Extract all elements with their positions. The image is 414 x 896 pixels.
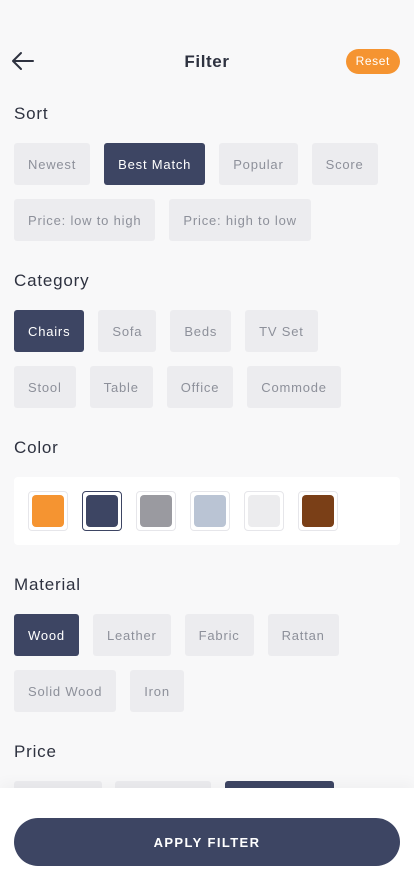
sort-options-row-2: Price: low to high Price: high to low [14, 199, 400, 241]
category-option-table[interactable]: Table [89, 366, 153, 408]
swatch-fill [302, 495, 334, 527]
sort-option-best-match[interactable]: Best Match [104, 143, 206, 185]
material-option-fabric[interactable]: Fabric [184, 614, 254, 656]
category-option-stool[interactable]: Stool [14, 366, 76, 408]
category-options-row-1: Chairs Sofa Beds TV Set [14, 310, 400, 352]
color-swatch-light-gray[interactable] [244, 491, 284, 531]
sort-option-price-high-low[interactable]: Price: high to low [169, 199, 311, 241]
category-options-row-2: Stool Table Office Commode [14, 366, 400, 408]
color-swatch-panel [14, 477, 400, 545]
sort-options-row-1: Newest Best Match Popular Score [14, 143, 400, 185]
category-section-title: Category [14, 271, 90, 290]
header: Filter Reset [0, 40, 414, 84]
material-options-row-1: Wood Leather Fabric Rattan [14, 614, 400, 656]
sort-option-score[interactable]: Score [311, 143, 378, 185]
category-option-commode[interactable]: Commode [247, 366, 341, 408]
material-option-rattan[interactable]: Rattan [267, 614, 339, 656]
material-option-solid-wood[interactable]: Solid Wood [14, 670, 117, 712]
category-option-beds[interactable]: Beds [170, 310, 232, 352]
category-option-office[interactable]: Office [166, 366, 234, 408]
color-swatch-gray[interactable] [136, 491, 176, 531]
category-option-sofa[interactable]: Sofa [98, 310, 157, 352]
swatch-fill [194, 495, 226, 527]
color-swatch-navy[interactable] [82, 491, 122, 531]
sort-option-popular[interactable]: Popular [219, 143, 298, 185]
material-option-wood[interactable]: Wood [14, 614, 79, 656]
price-section-title: Price [14, 742, 57, 761]
swatch-fill [86, 495, 118, 527]
category-option-chairs[interactable]: Chairs [14, 310, 85, 352]
category-option-tv-set[interactable]: TV Set [245, 310, 318, 352]
swatch-fill [248, 495, 280, 527]
reset-button[interactable]: Reset [345, 49, 400, 74]
material-options-row-2: Solid Wood Iron [14, 670, 400, 712]
color-swatch-orange[interactable] [28, 491, 68, 531]
swatch-fill [32, 495, 64, 527]
swatch-fill [140, 495, 172, 527]
material-section-title: Material [14, 575, 81, 594]
color-swatch-brown[interactable] [298, 491, 338, 531]
apply-filter-button[interactable]: APPLY FILTER [14, 818, 400, 866]
color-section-title: Color [14, 438, 59, 457]
sort-option-price-low-high[interactable]: Price: low to high [14, 199, 156, 241]
sort-section-title: Sort [14, 104, 49, 123]
sort-option-newest[interactable]: Newest [14, 143, 91, 185]
bottom-action-bar: APPLY FILTER [0, 788, 414, 896]
color-swatch-light-blue[interactable] [190, 491, 230, 531]
material-option-iron[interactable]: Iron [130, 670, 184, 712]
material-option-leather[interactable]: Leather [92, 614, 171, 656]
